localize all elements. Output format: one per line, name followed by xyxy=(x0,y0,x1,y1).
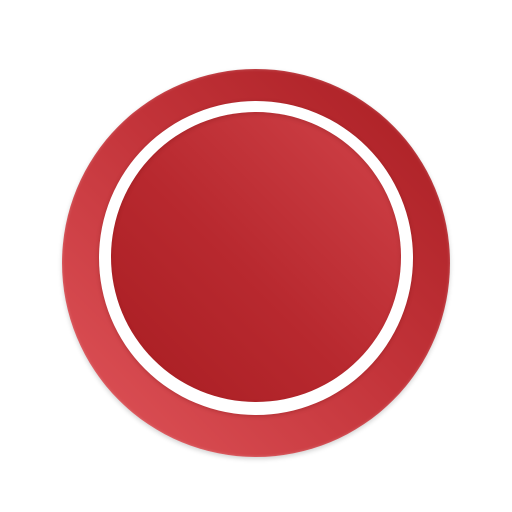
record-button-ring xyxy=(99,101,413,415)
icon-canvas xyxy=(0,0,512,512)
record-icon xyxy=(111,112,401,402)
record-button[interactable] xyxy=(62,69,450,457)
